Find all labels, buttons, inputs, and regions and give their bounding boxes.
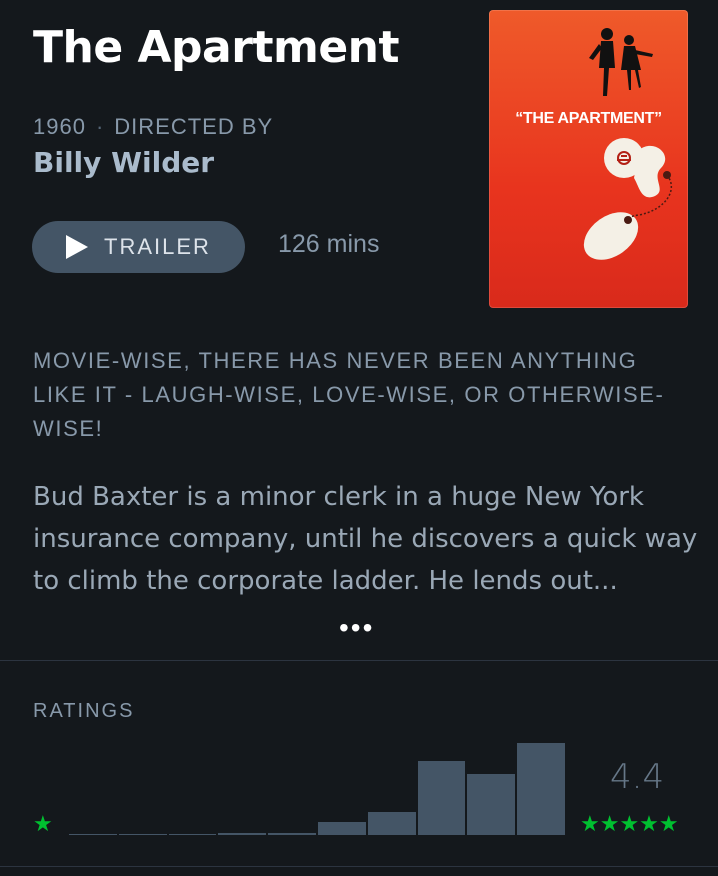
ratings-histogram: [69, 720, 565, 835]
director-link[interactable]: Billy Wilder: [33, 146, 214, 179]
runtime: 126 mins: [278, 230, 380, 258]
histogram-bar[interactable]: [367, 812, 416, 835]
trailer-button[interactable]: TRAILER: [32, 221, 245, 273]
separator-dot: ·: [95, 114, 105, 139]
section-divider: [0, 660, 718, 661]
histogram-bar[interactable]: [168, 833, 217, 835]
film-meta: 1960 · DIRECTED BY: [33, 114, 273, 140]
play-icon: [66, 235, 89, 259]
low-star-icon: ★: [33, 811, 53, 836]
histogram-bar[interactable]: [268, 832, 316, 835]
histogram-bar[interactable]: [69, 833, 117, 835]
directed-by-label: DIRECTED BY: [114, 114, 274, 139]
poster-title: “THE APARTMENT”: [515, 110, 662, 127]
film-synopsis[interactable]: Bud Baxter is a minor clerk in a huge Ne…: [33, 476, 703, 602]
film-tagline: MOVIE-WISE, THERE HAS NEVER BEEN ANYTHIN…: [33, 348, 665, 441]
histogram-bar[interactable]: [417, 761, 466, 835]
poster-artwork: [583, 28, 673, 260]
histogram-bar[interactable]: [467, 774, 516, 835]
histogram-bar[interactable]: [318, 822, 366, 835]
histogram-bar[interactable]: [517, 743, 565, 835]
film-poster[interactable]: “THE APARTMENT”: [489, 10, 688, 308]
film-title: The Apartment: [33, 22, 400, 73]
section-divider-bottom: [0, 866, 718, 867]
release-year[interactable]: 1960: [33, 114, 86, 140]
high-stars-icon: ★★★★★: [580, 811, 679, 836]
histogram-bar[interactable]: [218, 832, 267, 835]
trailer-label: TRAILER: [104, 234, 211, 259]
average-rating[interactable]: 4.4: [610, 757, 664, 797]
more-button[interactable]: •••: [339, 612, 374, 644]
histogram-bar[interactable]: [118, 833, 167, 835]
